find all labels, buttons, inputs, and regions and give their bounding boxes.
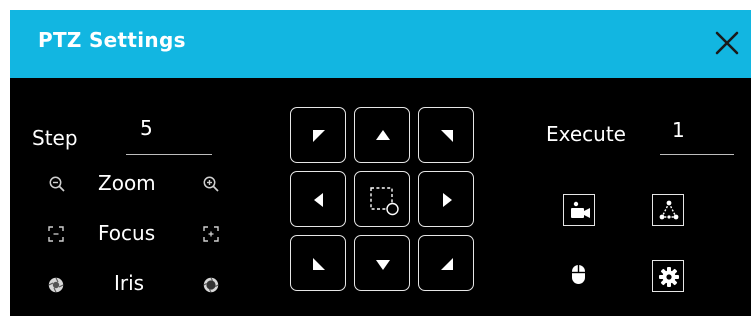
- execute-label: Execute: [546, 122, 626, 146]
- pan-up-right-button[interactable]: [418, 107, 474, 163]
- title-bar: PTZ Settings: [10, 10, 751, 78]
- pan-up-left-button[interactable]: [290, 107, 346, 163]
- arrow-down-icon: [376, 260, 390, 270]
- focus-near-icon[interactable]: [47, 225, 65, 243]
- cruise-button[interactable]: [652, 194, 684, 226]
- tilt-down-button[interactable]: [354, 235, 410, 291]
- cruise-path-icon: [659, 200, 679, 220]
- settings-button[interactable]: [652, 260, 684, 292]
- zoom-label: Zoom: [98, 171, 156, 195]
- focus-far-icon[interactable]: [202, 225, 220, 243]
- mouse-icon[interactable]: [568, 262, 590, 288]
- pan-left-button[interactable]: [290, 171, 346, 227]
- step-value[interactable]: 5: [140, 116, 153, 140]
- zoom-out-icon[interactable]: [48, 175, 66, 193]
- tilt-up-button[interactable]: [354, 107, 410, 163]
- dialog-title: PTZ Settings: [38, 28, 186, 52]
- arrow-down-left-icon: [313, 258, 325, 270]
- step-input-underline: [126, 154, 212, 155]
- step-label: Step: [32, 126, 78, 150]
- area-zoom-button[interactable]: [354, 171, 410, 227]
- arrow-up-icon: [376, 130, 390, 140]
- iris-label: Iris: [114, 271, 145, 295]
- focus-label: Focus: [98, 221, 156, 245]
- preset-button[interactable]: [563, 194, 595, 226]
- arrow-up-left-icon: [313, 130, 325, 142]
- settings-gear-icon: [659, 267, 679, 287]
- pan-right-button[interactable]: [418, 171, 474, 227]
- execute-value[interactable]: 1: [672, 118, 685, 142]
- preset-camera-icon: [571, 201, 590, 218]
- area-zoom-icon: [370, 187, 399, 216]
- iris-open-icon[interactable]: [202, 276, 220, 294]
- iris-close-icon[interactable]: [47, 276, 65, 294]
- arrow-right-icon: [443, 193, 452, 207]
- pan-down-right-button[interactable]: [418, 235, 474, 291]
- execute-input-underline: [660, 154, 734, 155]
- arrow-down-right-icon: [441, 258, 453, 270]
- close-button[interactable]: [710, 26, 744, 60]
- pan-down-left-button[interactable]: [290, 235, 346, 291]
- arrow-left-icon: [314, 193, 323, 207]
- arrow-up-right-icon: [441, 130, 453, 142]
- zoom-in-icon[interactable]: [202, 175, 220, 193]
- close-icon: [715, 31, 739, 55]
- ptz-settings-dialog: PTZ Settings Step 5 Zoom Focus Iris Exec…: [10, 10, 751, 316]
